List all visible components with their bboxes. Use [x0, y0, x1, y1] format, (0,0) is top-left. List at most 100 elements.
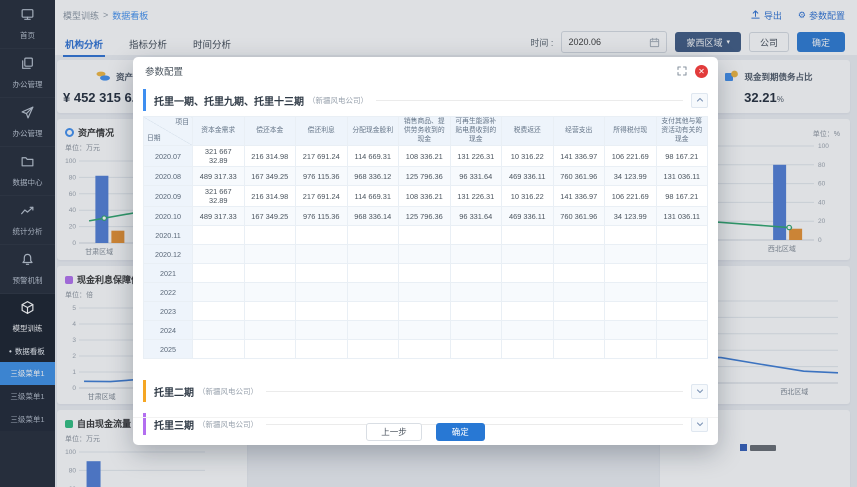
table-cell[interactable] [552, 339, 605, 360]
table-cell[interactable] [604, 244, 657, 265]
previous-step-button[interactable]: 上一步 [366, 422, 422, 441]
table-cell[interactable] [192, 301, 245, 322]
table-cell[interactable]: 968 336.12 [346, 166, 399, 187]
dialog-confirm-button[interactable]: 确定 [435, 422, 485, 441]
table-cell[interactable]: 131 226.31 [449, 185, 502, 208]
table-cell[interactable]: 96 331.64 [449, 206, 502, 227]
table-cell[interactable]: 131 226.31 [449, 145, 502, 168]
table-cell[interactable] [501, 339, 554, 360]
table-cell[interactable] [243, 263, 296, 284]
table-cell[interactable] [604, 301, 657, 322]
table-cell[interactable] [449, 263, 502, 284]
table-cell[interactable] [552, 225, 605, 246]
table-cell[interactable]: 108 336.21 [398, 185, 451, 208]
table-cell[interactable] [295, 263, 348, 284]
table-cell[interactable] [295, 225, 348, 246]
table-cell[interactable]: 167 349.25 [243, 166, 296, 187]
table-cell[interactable] [604, 282, 657, 303]
table-cell[interactable] [449, 282, 502, 303]
table-cell[interactable]: 976 115.36 [295, 166, 348, 187]
table-cell[interactable]: 34 123.99 [604, 206, 657, 227]
table-cell[interactable] [552, 301, 605, 322]
table-cell[interactable] [604, 225, 657, 246]
table-cell[interactable] [655, 339, 708, 360]
table-cell[interactable]: 489 317.33 [192, 206, 245, 227]
table-cell[interactable] [192, 282, 245, 303]
table-cell[interactable] [346, 244, 399, 265]
table-cell[interactable] [192, 263, 245, 284]
expand-icon[interactable] [677, 66, 687, 76]
table-cell[interactable] [295, 301, 348, 322]
table-cell[interactable]: 760 361.96 [552, 166, 605, 187]
table-cell[interactable] [655, 282, 708, 303]
table-cell[interactable] [243, 244, 296, 265]
table-cell[interactable] [398, 339, 451, 360]
table-cell[interactable] [398, 320, 451, 341]
table-cell[interactable]: 321 667 32.89 [192, 145, 245, 168]
table-cell[interactable]: 217 691.24 [295, 185, 348, 208]
table-cell[interactable]: 131 036.11 [655, 166, 708, 187]
table-cell[interactable] [552, 282, 605, 303]
table-cell[interactable]: 141 336.97 [552, 185, 605, 208]
table-cell[interactable] [449, 339, 502, 360]
table-cell[interactable]: 98 167.21 [655, 185, 708, 208]
table-cell[interactable] [243, 225, 296, 246]
table-cell[interactable]: 968 336.14 [346, 206, 399, 227]
table-cell[interactable]: 114 669.31 [346, 185, 399, 208]
table-cell[interactable]: 321 667 32.89 [192, 185, 245, 208]
table-cell[interactable] [449, 301, 502, 322]
table-cell[interactable]: 976 115.36 [295, 206, 348, 227]
table-cell[interactable] [346, 225, 399, 246]
table-cell[interactable]: 108 336.21 [398, 145, 451, 168]
table-cell[interactable] [655, 320, 708, 341]
table-cell[interactable] [243, 339, 296, 360]
table-cell[interactable] [501, 320, 554, 341]
table-cell[interactable] [604, 263, 657, 284]
table-cell[interactable] [604, 320, 657, 341]
expand-section-2-button[interactable] [691, 383, 708, 399]
table-cell[interactable] [552, 263, 605, 284]
table-cell[interactable]: 167 349.25 [243, 206, 296, 227]
table-cell[interactable]: 125 796.36 [398, 166, 451, 187]
collapse-section-1-button[interactable] [691, 92, 708, 108]
table-cell[interactable]: 125 796.36 [398, 206, 451, 227]
table-cell[interactable]: 469 336.11 [501, 206, 554, 227]
table-cell[interactable] [295, 339, 348, 360]
table-cell[interactable] [552, 320, 605, 341]
table-cell[interactable] [346, 339, 399, 360]
table-cell[interactable]: 216 314.98 [243, 145, 296, 168]
table-cell[interactable] [295, 320, 348, 341]
table-cell[interactable]: 34 123.99 [604, 166, 657, 187]
table-cell[interactable]: 114 669.31 [346, 145, 399, 168]
table-cell[interactable] [398, 263, 451, 284]
table-cell[interactable] [192, 339, 245, 360]
table-cell[interactable]: 469 336.11 [501, 166, 554, 187]
table-cell[interactable] [346, 282, 399, 303]
table-cell[interactable] [552, 244, 605, 265]
close-icon[interactable]: ✕ [695, 64, 708, 78]
table-cell[interactable] [501, 301, 554, 322]
table-cell[interactable] [192, 244, 245, 265]
table-cell[interactable]: 489 317.33 [192, 166, 245, 187]
table-cell[interactable] [449, 320, 502, 341]
table-cell[interactable] [243, 282, 296, 303]
table-cell[interactable] [655, 263, 708, 284]
table-cell[interactable]: 106 221.69 [604, 145, 657, 168]
table-cell[interactable] [655, 301, 708, 322]
table-cell[interactable] [655, 244, 708, 265]
table-cell[interactable] [192, 225, 245, 246]
table-cell[interactable] [346, 301, 399, 322]
table-cell[interactable] [295, 244, 348, 265]
table-cell[interactable] [655, 225, 708, 246]
table-cell[interactable] [398, 282, 451, 303]
table-cell[interactable] [449, 225, 502, 246]
table-cell[interactable] [398, 225, 451, 246]
table-cell[interactable] [192, 320, 245, 341]
table-cell[interactable]: 106 221.69 [604, 185, 657, 208]
table-cell[interactable]: 141 336.97 [552, 145, 605, 168]
table-cell[interactable] [346, 263, 399, 284]
table-cell[interactable]: 98 167.21 [655, 145, 708, 168]
table-cell[interactable] [398, 244, 451, 265]
table-cell[interactable] [243, 301, 296, 322]
table-cell[interactable] [346, 320, 399, 341]
